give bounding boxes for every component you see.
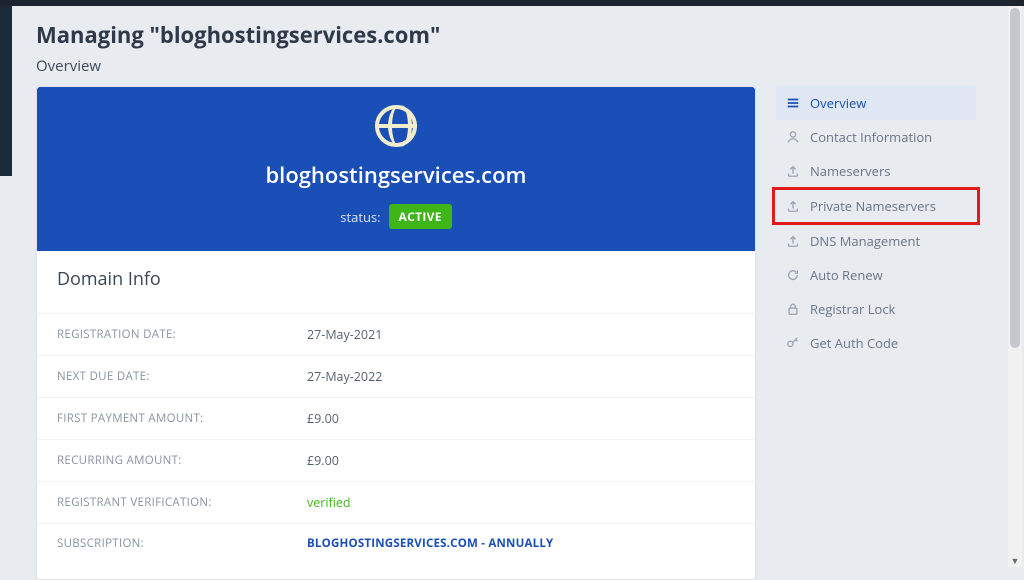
sidebar-item-private-nameservers[interactable]: Private Nameservers: [772, 187, 980, 225]
sidebar-item-label: Auto Renew: [810, 266, 883, 284]
info-value-verified: verified: [307, 494, 351, 511]
status-row: status: ACTIVE: [47, 204, 745, 229]
domain-card: bloghostingservices.com status: ACTIVE D…: [36, 86, 756, 580]
sidebar-item-registrar-lock[interactable]: Registrar Lock: [776, 292, 976, 326]
info-value: 27-May-2021: [307, 326, 382, 343]
info-row: REGISTRATION DATE:27-May-2021: [37, 314, 755, 356]
info-label: FIRST PAYMENT AMOUNT:: [57, 411, 307, 426]
section-title-domain-info: Domain Info: [37, 251, 755, 314]
scrollbar-down-arrow[interactable]: ▼: [1008, 553, 1022, 567]
scrollbar-thumb[interactable]: [1010, 8, 1020, 348]
status-label: status:: [340, 208, 380, 226]
left-nav-sliver: [0, 6, 12, 176]
lock-icon: [786, 302, 800, 316]
status-badge: ACTIVE: [389, 204, 452, 229]
key-icon: [786, 336, 800, 350]
info-label: RECURRING AMOUNT:: [57, 453, 307, 468]
info-row: REGISTRANT VERIFICATION:verified: [37, 482, 755, 524]
sidebar-item-nameservers[interactable]: Nameservers: [776, 154, 976, 188]
user-icon: [786, 130, 800, 144]
list-icon: [786, 96, 800, 110]
info-label: REGISTRANT VERIFICATION:: [57, 495, 307, 510]
info-label: REGISTRATION DATE:: [57, 327, 307, 342]
sidebar: Overview Contact Information Nameservers Pr…: [776, 86, 976, 360]
page-title: Managing "bloghostingservices.com": [36, 6, 976, 56]
info-row: SUBSCRIPTION:BLOGHOSTINGSERVICES.COM - A…: [37, 524, 755, 579]
info-row: RECURRING AMOUNT:£9.00: [37, 440, 755, 482]
info-label: NEXT DUE DATE:: [57, 369, 307, 384]
sidebar-item-label: Contact Information: [810, 128, 932, 146]
page-subhead: Overview: [36, 56, 976, 86]
info-value: £9.00: [307, 452, 339, 469]
upload-icon: [786, 199, 800, 213]
info-row: NEXT DUE DATE:27-May-2022: [37, 356, 755, 398]
banner-domain-name: bloghostingservices.com: [47, 160, 745, 190]
globe-icon: [375, 105, 417, 147]
domain-info-table: REGISTRATION DATE:27-May-2021NEXT DUE DA…: [37, 314, 755, 579]
sidebar-item-dns-management[interactable]: DNS Management: [776, 224, 976, 258]
info-value: 27-May-2022: [307, 368, 382, 385]
info-row: FIRST PAYMENT AMOUNT:£9.00: [37, 398, 755, 440]
info-label: SUBSCRIPTION:: [57, 536, 307, 551]
sidebar-item-label: Nameservers: [810, 162, 890, 180]
domain-banner: bloghostingservices.com status: ACTIVE: [37, 87, 755, 251]
scrollbar[interactable]: ▲ ▼: [1008, 6, 1022, 567]
sidebar-item-get-auth-code[interactable]: Get Auth Code: [776, 326, 976, 360]
sidebar-item-label: Registrar Lock: [810, 300, 895, 318]
sidebar-item-auto-renew[interactable]: Auto Renew: [776, 258, 976, 292]
sidebar-item-contact-information[interactable]: Contact Information: [776, 120, 976, 154]
subscription-link[interactable]: BLOGHOSTINGSERVICES.COM - ANNUALLY: [307, 536, 553, 551]
sidebar-item-label: Overview: [810, 94, 866, 112]
upload-icon: [786, 164, 800, 178]
sidebar-item-label: DNS Management: [810, 232, 920, 250]
info-value: £9.00: [307, 410, 339, 427]
sidebar-item-label: Get Auth Code: [810, 334, 898, 352]
upload-icon: [786, 234, 800, 248]
sidebar-item-overview[interactable]: Overview: [776, 86, 976, 120]
refresh-icon: [786, 268, 800, 282]
sidebar-item-label: Private Nameservers: [810, 197, 936, 215]
